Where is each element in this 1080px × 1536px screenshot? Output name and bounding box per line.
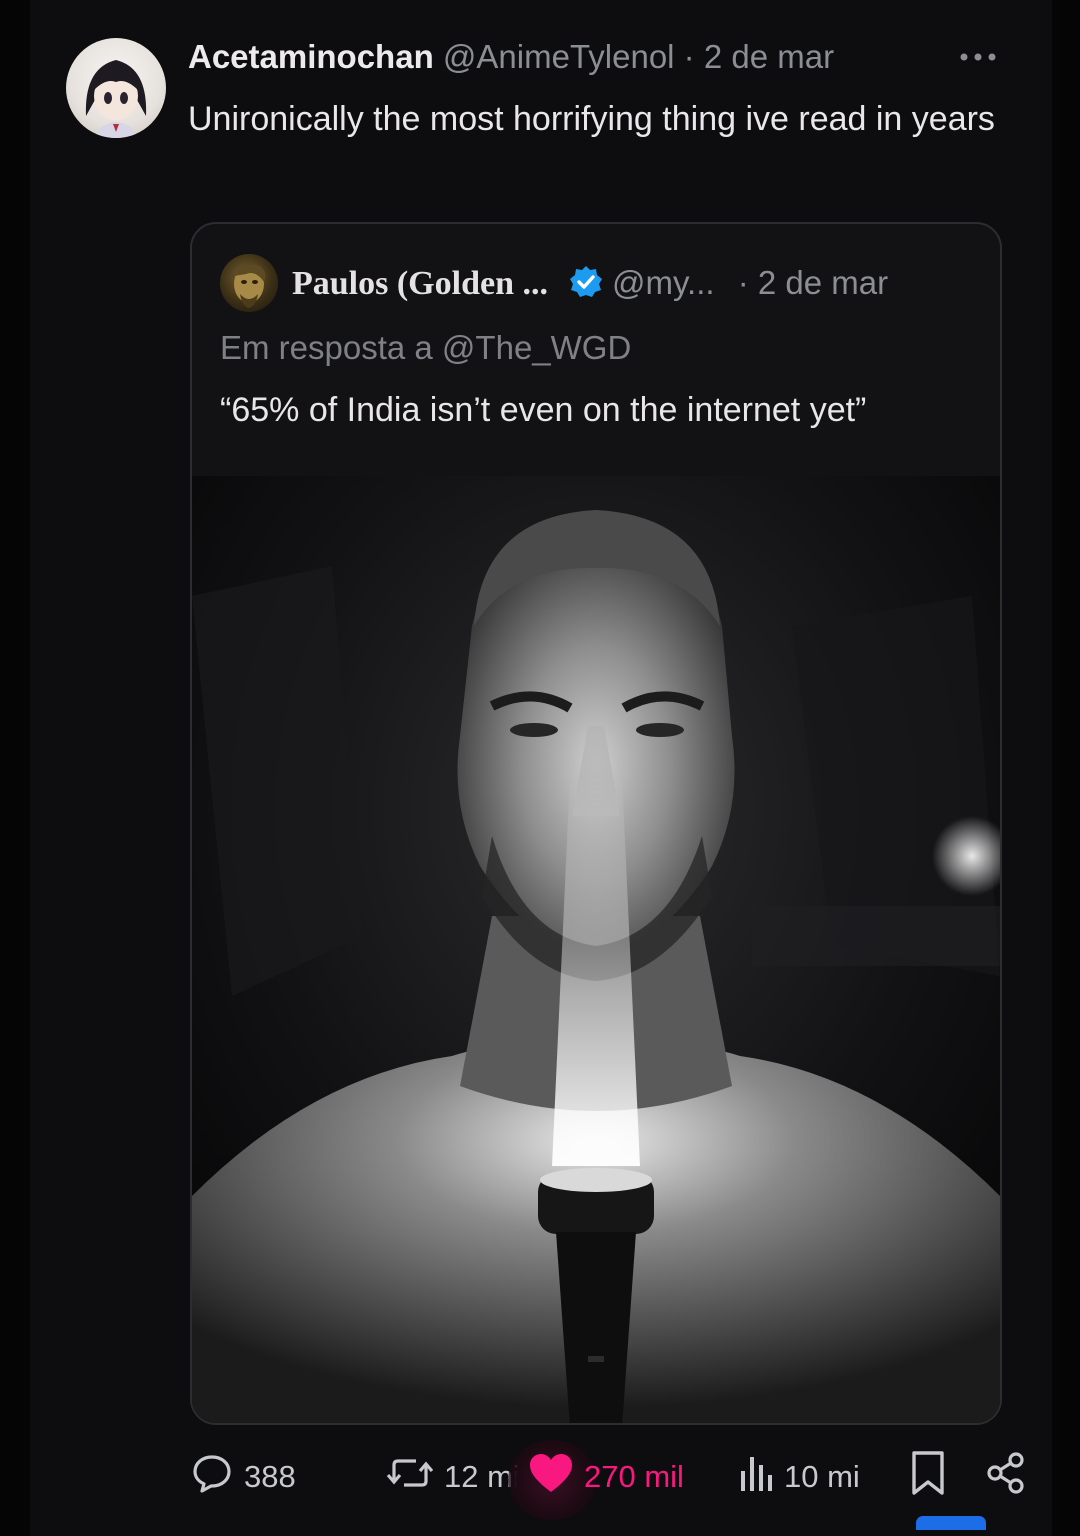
tweet[interactable]: Acetaminochan @AnimeTylenol · 2 de mar U…	[30, 0, 1052, 1536]
views-count: 10 mi	[784, 1459, 860, 1494]
post-text: Unironically the most horrifying thing i…	[188, 100, 995, 138]
reply-button[interactable]: 388	[190, 1452, 296, 1502]
quoted-author-avatar[interactable]	[220, 254, 278, 312]
like-button[interactable]: 270 mil	[528, 1452, 684, 1502]
more-icon[interactable]	[958, 42, 998, 72]
repost-button[interactable]: 12 mil	[386, 1452, 527, 1502]
bookmark-icon	[910, 1450, 946, 1504]
repost-icon	[386, 1451, 434, 1503]
quoted-text: “65% of India isn’t even on the internet…	[220, 391, 867, 429]
action-bar: 388 12 mil 270 mil 10 mi	[190, 1440, 1024, 1520]
app-frame: Acetaminochan @AnimeTylenol · 2 de mar U…	[30, 0, 1052, 1536]
views-icon	[738, 1453, 774, 1501]
views-button[interactable]: 10 mi	[738, 1452, 860, 1502]
quoted-author-name[interactable]: Paulos (Golden ...	[292, 265, 548, 302]
share-icon	[986, 1452, 1026, 1502]
reply-to-line[interactable]: Em resposta a @The_WGD	[220, 329, 631, 367]
post-header: Acetaminochan @AnimeTylenol · 2 de mar	[188, 38, 834, 82]
quoted-handle[interactable]: @my...	[612, 264, 715, 301]
quoted-header: Paulos (Golden ... @my... · 2 de mar	[292, 264, 888, 308]
share-button[interactable]	[986, 1452, 1026, 1502]
author-name[interactable]: Acetaminochan	[188, 38, 434, 75]
like-count: 270 mil	[584, 1459, 684, 1494]
quoted-date[interactable]: · 2 de mar	[738, 264, 888, 301]
quoted-photo[interactable]	[192, 476, 1000, 1423]
author-avatar[interactable]	[66, 38, 166, 138]
quoted-tweet[interactable]: Paulos (Golden ... @my... · 2 de mar Em r…	[190, 222, 1002, 1425]
heart-icon	[528, 1452, 574, 1502]
compose-fab-edge[interactable]	[916, 1516, 986, 1530]
bookmark-button[interactable]	[910, 1450, 946, 1504]
reply-count: 388	[244, 1459, 296, 1494]
author-handle-date[interactable]: @AnimeTylenol · 2 de mar	[443, 38, 834, 75]
reply-icon	[190, 1451, 234, 1503]
verified-icon	[568, 264, 604, 308]
